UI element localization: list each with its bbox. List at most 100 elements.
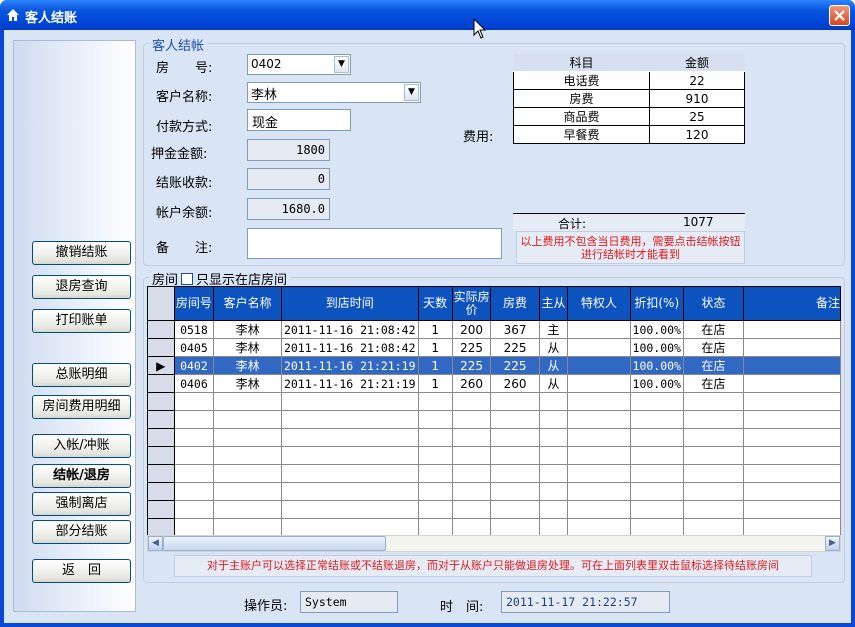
grid-privileged-cell[interactable]: [567, 374, 631, 393]
grid-days-cell[interactable]: 1: [417, 320, 453, 339]
close-button[interactable]: [829, 5, 850, 26]
grid-privileged-cell[interactable]: [567, 338, 631, 357]
payment-field[interactable]: 现金: [247, 109, 351, 131]
print-bill-button[interactable]: 打印账单: [32, 309, 131, 333]
table-row[interactable]: 0406 李林 2011-11-16 21:21:19 1 260 260 从 100.00%…: [147, 374, 841, 393]
grid-time-cell[interactable]: 2011-11-16 21:21:19: [280, 374, 419, 393]
table-row[interactable]: ▶ 0402 李林 2011-11-16 21:21:19 1 225 225 从 100.00…: [147, 356, 841, 375]
customer-combo[interactable]: 李林 ▼: [247, 82, 421, 103]
empty-cell: [417, 482, 453, 501]
grid-role-cell[interactable]: 从: [538, 374, 569, 393]
chevron-down-icon[interactable]: ▼: [404, 84, 419, 101]
empty-cell: [629, 482, 684, 501]
empty-cell: [213, 392, 282, 411]
room-no-combo[interactable]: 0402 ▼: [247, 54, 351, 75]
grid-remark-cell[interactable]: [742, 320, 841, 339]
grid-privileged-cell[interactable]: [567, 356, 631, 375]
grid-price-cell[interactable]: 225: [451, 356, 492, 375]
grid-remark-cell[interactable]: [742, 356, 841, 375]
room-grid[interactable]: 房间号 客户名称 到店时间 天数 实际房价 房费 主从 特权人 折扣(%) 状态…: [147, 286, 841, 535]
grid-time-cell[interactable]: 2011-11-16 21:08:42: [280, 320, 419, 339]
grid-fee-cell[interactable]: 225: [490, 356, 540, 375]
col-days[interactable]: 天数: [417, 286, 453, 321]
grid-fee-cell[interactable]: 225: [490, 338, 540, 357]
grid-privileged-cell[interactable]: [567, 320, 631, 339]
chevron-down-icon[interactable]: ▼: [334, 56, 349, 73]
force-leave-button[interactable]: 强制离店: [32, 492, 131, 516]
table-row[interactable]: 0405 李林 2011-11-16 21:08:42 1 225 225 从 100.00%…: [147, 338, 841, 357]
chevron-right-icon[interactable]: ▶: [825, 536, 840, 551]
grid-role-cell[interactable]: 从: [538, 356, 569, 375]
col-remark[interactable]: 备注: [742, 286, 841, 321]
grid-discount-cell[interactable]: 100.00%: [629, 356, 684, 375]
grid-remark-cell[interactable]: [742, 338, 841, 357]
grid-room-cell[interactable]: 0518: [173, 320, 215, 339]
room-tip: 对于主账户可以选择正常结账或不结账退房，而对于从账户只能做退房处理。可在上面列表…: [174, 555, 812, 577]
col-arrival[interactable]: 到店时间: [280, 286, 419, 321]
grid-room-cell[interactable]: 0406: [173, 374, 215, 393]
grid-name-cell[interactable]: 李林: [213, 374, 282, 393]
post-entry-button[interactable]: 入帐/冲账: [32, 434, 131, 458]
col-room-no[interactable]: 房间号: [173, 286, 215, 321]
grid-status-cell[interactable]: 在店: [682, 320, 744, 339]
checkout-button[interactable]: 结帐/退房: [32, 464, 131, 488]
table-row[interactable]: 0518 李林 2011-11-16 21:08:42 1 200 367 主 100.00%…: [147, 320, 841, 339]
in-store-only-checkbox[interactable]: [181, 273, 194, 285]
grid-discount-cell[interactable]: 100.00%: [629, 338, 684, 357]
grid-days-cell[interactable]: 1: [417, 356, 453, 375]
remark-field[interactable]: [247, 228, 502, 259]
scroll-thumb[interactable]: [163, 536, 386, 551]
empty-cell: [682, 410, 744, 429]
undo-checkout-button[interactable]: 撤销结账: [32, 241, 131, 265]
fee-row: 早餐费 120: [513, 125, 745, 144]
empty-cell: [490, 392, 540, 411]
grid-role-cell[interactable]: 从: [538, 338, 569, 357]
grid-discount-cell[interactable]: 100.00%: [629, 320, 684, 339]
row-header[interactable]: [147, 320, 175, 339]
col-privileged[interactable]: 特权人: [567, 286, 631, 321]
deposit-field: 1800: [247, 139, 330, 161]
col-status[interactable]: 状态: [682, 286, 744, 321]
grid-remark-cell[interactable]: [742, 374, 841, 393]
horizontal-scrollbar[interactable]: ◀ ▶: [147, 535, 841, 552]
grid-status-cell[interactable]: 在店: [682, 374, 744, 393]
grid-time-cell[interactable]: 2011-11-16 21:21:19: [280, 356, 419, 375]
grid-price-cell[interactable]: 260: [451, 374, 492, 393]
grid-fee-cell[interactable]: 260: [490, 374, 540, 393]
col-discount[interactable]: 折扣(%): [629, 286, 684, 321]
grid-status-cell[interactable]: 在店: [682, 338, 744, 357]
return-button[interactable]: 返 回: [32, 559, 131, 583]
checkout-query-button[interactable]: 退房查询: [32, 275, 131, 299]
row-header[interactable]: [147, 374, 175, 393]
ledger-detail-button[interactable]: 总账明细: [32, 363, 131, 387]
empty-cell: [567, 410, 631, 429]
chevron-left-icon[interactable]: ◀: [148, 536, 163, 551]
grid-status-cell[interactable]: 在店: [682, 356, 744, 375]
col-room-fee[interactable]: 房费: [490, 286, 540, 321]
empty-cell: [173, 428, 215, 447]
grid-price-cell[interactable]: 225: [451, 338, 492, 357]
partial-checkout-button[interactable]: 部分结账: [32, 520, 131, 544]
col-role[interactable]: 主从: [538, 286, 569, 321]
grid-days-cell[interactable]: 1: [417, 374, 453, 393]
col-customer[interactable]: 客户名称: [213, 286, 282, 321]
empty-cell: [173, 410, 215, 429]
grid-room-cell[interactable]: 0405: [173, 338, 215, 357]
grid-name-cell[interactable]: 李林: [213, 356, 282, 375]
grid-name-cell[interactable]: 李林: [213, 338, 282, 357]
grid-price-cell[interactable]: 200: [451, 320, 492, 339]
time-label: 时 间:: [440, 600, 484, 615]
grid-time-cell[interactable]: 2011-11-16 21:08:42: [280, 338, 419, 357]
grid-role-cell[interactable]: 主: [538, 320, 569, 339]
title-bar[interactable]: 客人结账: [0, 0, 855, 30]
grid-room-cell[interactable]: 0402: [173, 356, 215, 375]
grid-discount-cell[interactable]: 100.00%: [629, 374, 684, 393]
grid-days-cell[interactable]: 1: [417, 338, 453, 357]
room-fee-detail-button[interactable]: 房间费用明细: [32, 395, 131, 419]
grid-fee-cell[interactable]: 367: [490, 320, 540, 339]
row-pointer-icon[interactable]: ▶: [147, 356, 175, 375]
grid-name-cell[interactable]: 李林: [213, 320, 282, 339]
row-header: [147, 410, 175, 429]
row-header[interactable]: [147, 338, 175, 357]
col-price[interactable]: 实际房价: [451, 286, 492, 321]
